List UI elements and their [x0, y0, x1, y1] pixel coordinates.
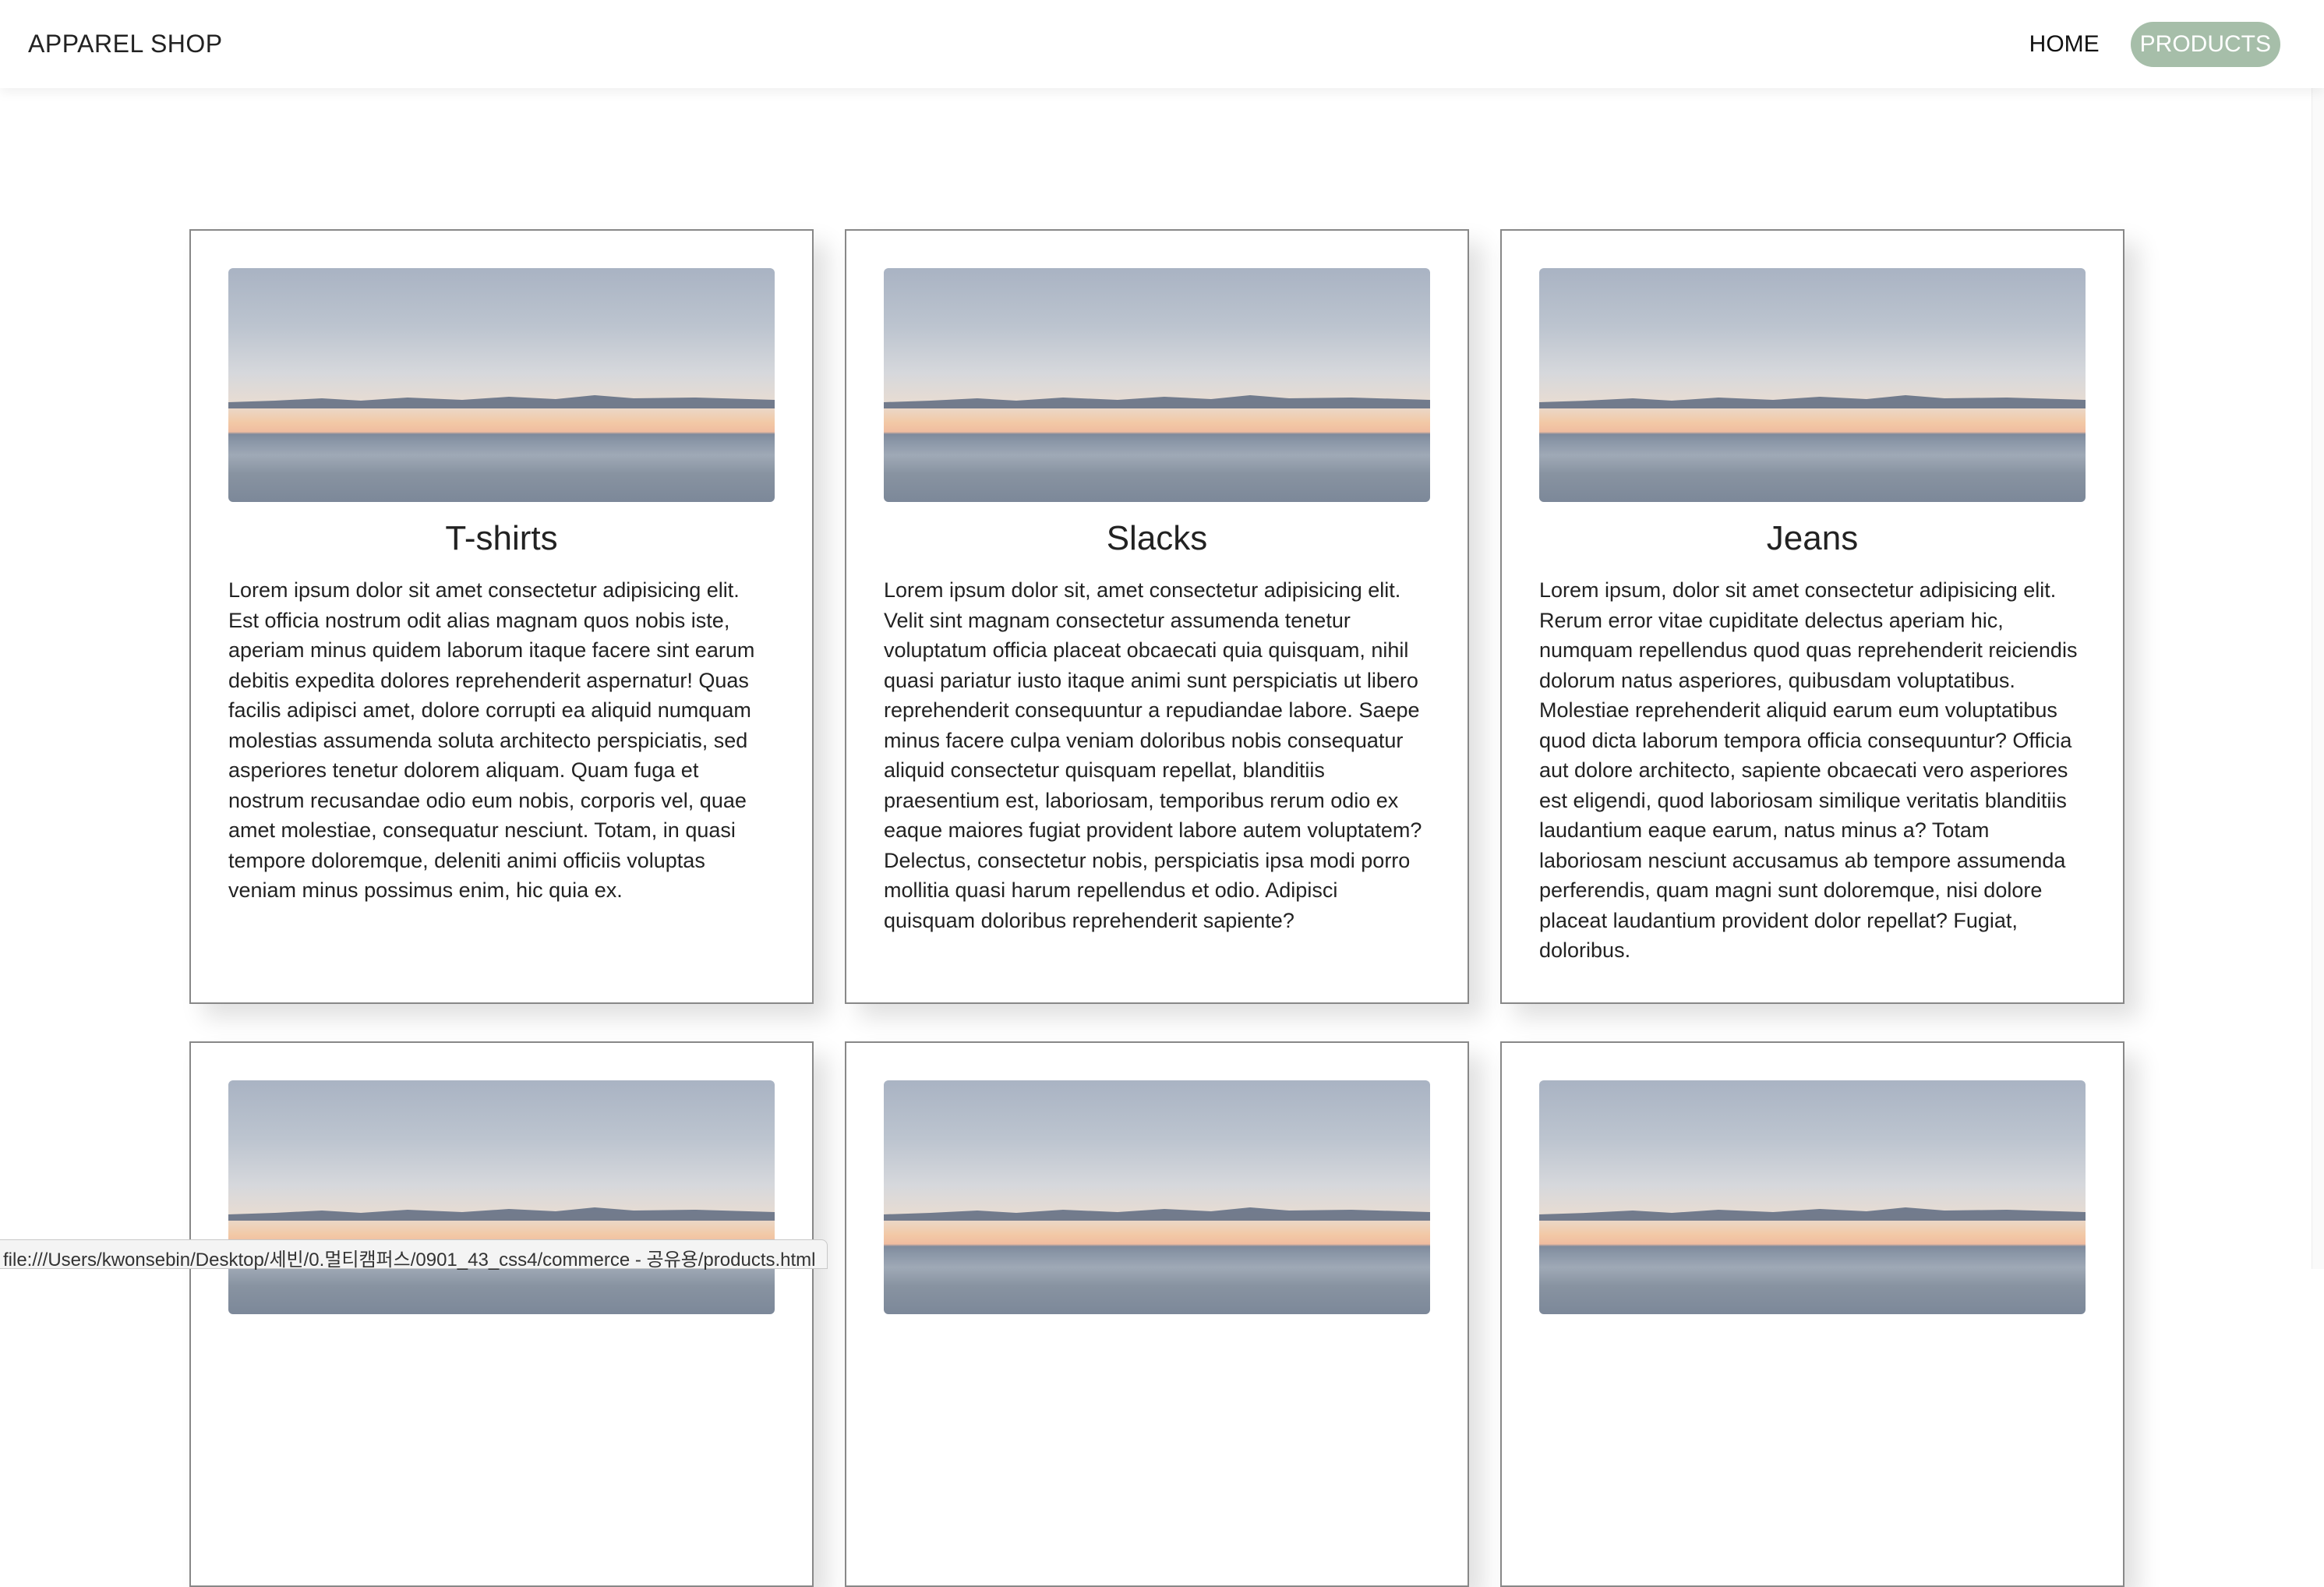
- scrollbar-track[interactable]: [2312, 0, 2324, 1269]
- link-status-bar: file:///Users/kwonsebin/Desktop/세빈/0.멀티캠…: [0, 1239, 828, 1271]
- product-card-slacks[interactable]: Slacks Lorem ipsum dolor sit, amet conse…: [845, 229, 1469, 1004]
- nav-link-products[interactable]: PRODUCTS: [2130, 21, 2280, 67]
- seascape-image: [228, 395, 775, 408]
- product-card-tshirts[interactable]: T-shirts Lorem ipsum dolor sit amet cons…: [189, 229, 814, 1004]
- nav-link-home[interactable]: HOME: [2020, 22, 2109, 67]
- product-image: [228, 268, 775, 502]
- product-card[interactable]: [845, 1041, 1469, 1587]
- top-navbar: APPAREL SHOP HOME PRODUCTS: [0, 0, 2324, 88]
- product-image: [884, 268, 1430, 502]
- product-description: Lorem ipsum, dolor sit amet consectetur …: [1539, 578, 2078, 962]
- products-section: T-shirts Lorem ipsum dolor sit amet cons…: [0, 88, 2324, 1587]
- product-card-jeans[interactable]: Jeans Lorem ipsum, dolor sit amet consec…: [1500, 229, 2124, 1004]
- seascape-image: [1539, 1207, 2086, 1221]
- product-description: Lorem ipsum dolor sit amet consectetur a…: [228, 578, 755, 902]
- nav-links: HOME PRODUCTS: [2020, 21, 2280, 67]
- product-title: T-shirts: [445, 519, 558, 557]
- seascape-image: [884, 395, 1430, 408]
- product-description: Lorem ipsum dolor sit, amet consectetur …: [884, 578, 1422, 932]
- product-title: Slacks: [1106, 519, 1208, 557]
- seascape-image: [884, 1207, 1430, 1221]
- seascape-image: [228, 1207, 775, 1221]
- product-image: [884, 1080, 1430, 1314]
- product-image: [1539, 268, 2086, 502]
- product-card[interactable]: [1500, 1041, 2124, 1587]
- seascape-image: [1539, 395, 2086, 408]
- product-image: [228, 1080, 775, 1314]
- product-card[interactable]: [189, 1041, 814, 1587]
- product-title: Jeans: [1766, 519, 1859, 557]
- product-image: [1539, 1080, 2086, 1314]
- product-grid: T-shirts Lorem ipsum dolor sit amet cons…: [189, 229, 2124, 1587]
- brand-logo[interactable]: APPAREL SHOP: [28, 30, 223, 58]
